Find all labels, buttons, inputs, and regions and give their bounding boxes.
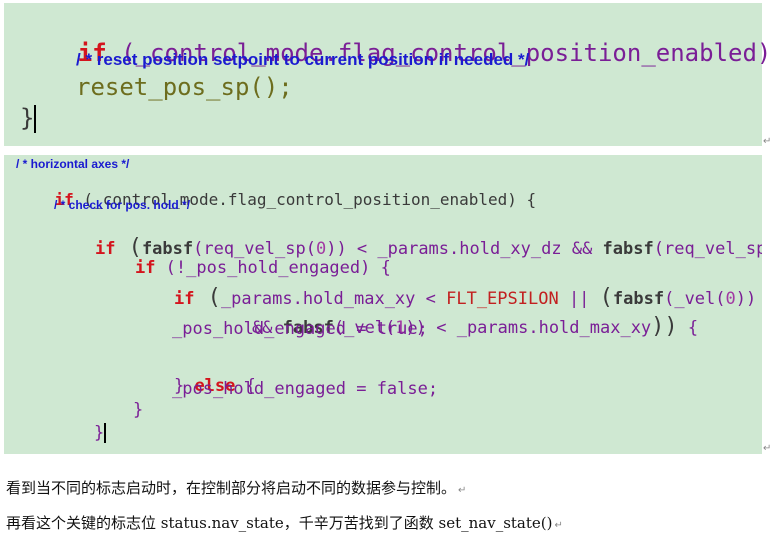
paragraph-2: 再看这个关键的标志位 status.nav_state，千辛万苦找到了函数 se… — [6, 512, 563, 533]
close-brace: } — [20, 104, 35, 132]
number: 0 — [725, 289, 736, 309]
arg-text: (req_vel_sp( — [653, 239, 762, 259]
expr-text: )) < _params.hold_max_xy — [405, 318, 652, 338]
code-line-close-outer: } — [94, 423, 106, 443]
fabsf-call: fabsf — [602, 239, 654, 259]
text-cursor — [34, 105, 36, 133]
code-line-set-true: _pos_hold_engaged = true; — [172, 319, 428, 339]
return-mark: ↵ — [554, 520, 563, 531]
paragraph-text: 再看这个关键的标志位 status.nav_state，千辛万苦找到了函数 se… — [6, 514, 553, 532]
code-comment-reset: / * reset position setpoint to current p… — [76, 50, 530, 69]
close-brace: } — [94, 423, 105, 443]
code-line-close: } — [20, 105, 36, 133]
text-cursor — [104, 423, 106, 443]
code-line-close-inner: } — [133, 400, 144, 420]
return-mark: ↵ — [763, 136, 772, 147]
paragraph-text: 看到当不同的标志启动时，在控制部分将启动不同的数据参与控制。 — [6, 479, 457, 497]
code-comment-hold: / * check for pos. hold */ — [54, 198, 191, 212]
return-mark: ↵ — [458, 485, 467, 496]
code-line-reset-call: reset_pos_sp(); — [76, 73, 293, 101]
paragraph-1: 看到当不同的标志启动时，在控制部分将启动不同的数据参与控制。 ↵ — [6, 477, 466, 498]
paren: )) — [651, 314, 678, 339]
keyword-if: if — [173, 289, 195, 309]
code-line-set-false: _pos_hold_engaged = false; — [172, 379, 439, 399]
code-block-position-reset: if (_control_mode.flag_control_position_… — [4, 3, 771, 146]
code-block-pos-hold: / * horizontal axes */ if (_control_mode… — [4, 155, 762, 454]
code-comment-axes: / * horizontal axes */ — [16, 157, 130, 171]
return-mark: ↵ — [763, 443, 772, 454]
brace: { — [677, 318, 699, 338]
expr-text: )) < _para — [735, 289, 757, 309]
